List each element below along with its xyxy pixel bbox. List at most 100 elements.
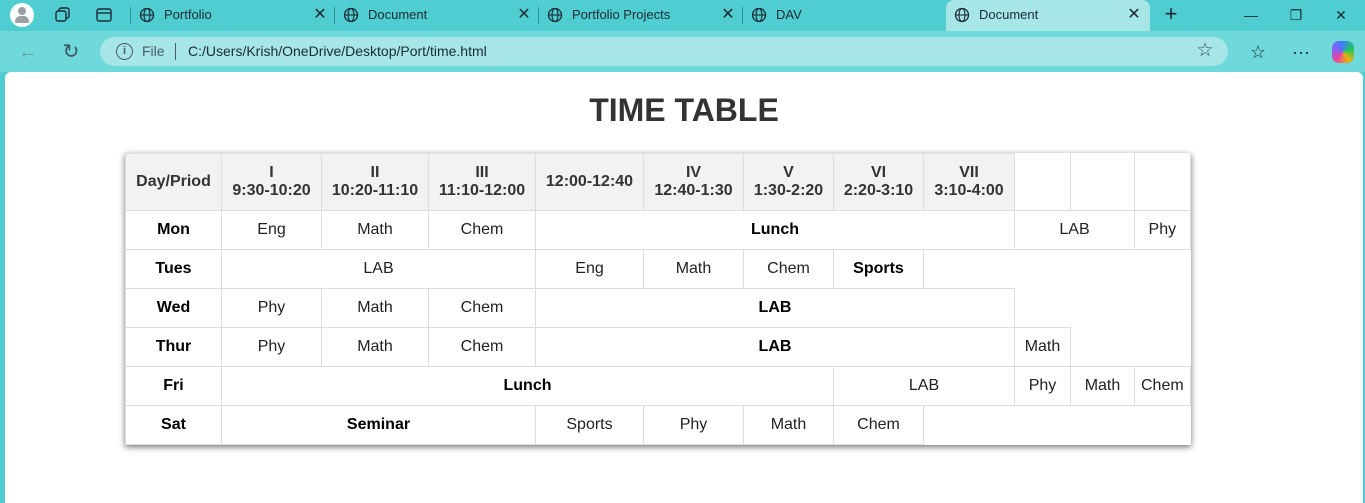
- subject-cell: Phy: [221, 327, 322, 367]
- scheme-label: File: [142, 43, 165, 59]
- day-cell: Mon: [125, 210, 222, 250]
- globe-icon: [547, 7, 563, 23]
- close-icon[interactable]: ✕: [515, 6, 533, 24]
- globe-icon: [954, 7, 970, 23]
- address-separator: [175, 43, 176, 60]
- globe-icon: [751, 7, 767, 23]
- subject-cell: Seminar: [221, 405, 536, 445]
- tab-dav[interactable]: DAV: [743, 0, 946, 31]
- header-cell: I 9:30-10:20: [221, 153, 322, 211]
- period-time: 12:00-12:40: [545, 173, 634, 190]
- table-header-row: Day/Priod I 9:30-10:20 II 10:20-11:10 III 1…: [125, 153, 1191, 211]
- subject-cell: Math: [643, 249, 744, 289]
- subject-cell: Chem: [428, 288, 536, 328]
- tab-title: Document: [368, 7, 428, 22]
- period-time: 2:20-3:10: [843, 182, 914, 199]
- window-close-icon[interactable]: ✕: [1330, 4, 1352, 26]
- subject-cell: LAB: [1014, 210, 1135, 250]
- close-icon[interactable]: ✕: [311, 6, 329, 24]
- header-cell-empty: [1014, 153, 1071, 211]
- header-cell: III 11:10-12:00: [428, 153, 536, 211]
- page-viewport: TIME TABLE Day/Priod I 9:30-10:20 II 10:20…: [5, 72, 1363, 503]
- table-row: Tues LAB Eng Math Chem Sports: [125, 249, 1191, 289]
- subject-cell: Sports: [535, 405, 644, 445]
- more-options-icon[interactable]: ···: [1289, 40, 1313, 64]
- subject-cell: LAB: [535, 288, 1015, 328]
- subject-cell: Math: [321, 210, 429, 250]
- tab-portfolio[interactable]: Portfolio ✕: [131, 0, 334, 31]
- subject-cell: Math: [743, 405, 834, 445]
- day-cell: Wed: [125, 288, 222, 328]
- tab-strip: Portfolio ✕ Document ✕ Portfolio Project…: [0, 0, 1365, 31]
- minimize-icon[interactable]: —: [1240, 4, 1262, 26]
- table-row: Sat Seminar Sports Phy Math Chem: [125, 405, 1191, 445]
- day-cell: Tues: [125, 249, 222, 289]
- tab-title: Portfolio Projects: [572, 7, 671, 22]
- workspaces-icon[interactable]: [54, 6, 72, 24]
- header-cell: IV 12:40-1:30: [643, 153, 744, 211]
- subject-cell: Math: [1070, 366, 1135, 406]
- period-time: 9:30-10:20: [232, 182, 311, 199]
- header-cell: V 1:30-2:20: [743, 153, 834, 211]
- subject-cell: Chem: [833, 405, 924, 445]
- subject-cell: Math: [1014, 327, 1071, 367]
- info-icon[interactable]: i: [116, 43, 133, 60]
- timetable: Day/Priod I 9:30-10:20 II 10:20-11:10 III 1…: [125, 153, 1191, 445]
- period-number: V: [783, 164, 794, 181]
- tab-actions-icon[interactable]: [95, 6, 113, 24]
- period-time: 1:30-2:20: [753, 182, 824, 199]
- empty-cell: [924, 250, 1191, 289]
- subject-cell: LAB: [221, 249, 536, 289]
- subject-cell: Chem: [743, 249, 834, 289]
- header-cell: VII 3:10-4:00: [923, 153, 1015, 211]
- header-cell: 12:00-12:40: [535, 153, 644, 211]
- subject-cell: Chem: [428, 210, 536, 250]
- favorite-star-icon[interactable]: ☆: [1195, 41, 1215, 61]
- header-cell: II 10:20-11:10: [321, 153, 429, 211]
- period-number: VI: [870, 164, 887, 181]
- tab-document-active[interactable]: Document ✕: [946, 0, 1150, 31]
- tab-title: Portfolio: [164, 7, 212, 22]
- close-icon[interactable]: ✕: [1125, 6, 1143, 24]
- empty-cell: [1015, 289, 1191, 328]
- new-tab-icon[interactable]: +: [1160, 3, 1182, 26]
- tab-portfolio-projects[interactable]: Portfolio Projects ✕: [539, 0, 742, 31]
- subject-cell: Phy: [221, 288, 322, 328]
- tab-document[interactable]: Document ✕: [335, 0, 538, 31]
- subject-cell: Phy: [643, 405, 744, 445]
- header-cell-empty: [1134, 153, 1191, 211]
- period-number: III: [475, 164, 489, 181]
- tab-title: DAV: [776, 7, 802, 22]
- subject-cell: Eng: [535, 249, 644, 289]
- day-cell: Fri: [125, 366, 222, 406]
- subject-cell: Eng: [221, 210, 322, 250]
- profile-avatar-icon[interactable]: [10, 3, 34, 27]
- copilot-icon[interactable]: [1332, 41, 1354, 63]
- tab-title: Document: [979, 7, 1039, 22]
- refresh-icon[interactable]: ↻: [59, 40, 83, 64]
- restore-icon[interactable]: ❐: [1285, 4, 1307, 26]
- table-row: Wed Phy Math Chem LAB: [125, 288, 1191, 328]
- subject-cell: Lunch: [221, 366, 834, 406]
- back-arrow-icon[interactable]: ←: [16, 40, 40, 64]
- subject-cell: Phy: [1014, 366, 1071, 406]
- url-text[interactable]: C:/Users/Krish/OneDrive/Desktop/Port/tim…: [188, 43, 487, 59]
- table-row: Fri Lunch LAB Phy Math Chem: [125, 366, 1191, 406]
- header-cell-empty: [1070, 153, 1135, 211]
- address-bar[interactable]: i File C:/Users/Krish/OneDrive/Desktop/P…: [100, 37, 1228, 66]
- globe-icon: [343, 7, 359, 23]
- day-cell: Thur: [125, 327, 222, 367]
- favorites-list-icon[interactable]: ☆: [1246, 40, 1270, 64]
- table-row: Thur Phy Math Chem LAB Math: [125, 327, 1191, 367]
- close-icon[interactable]: ✕: [719, 6, 737, 24]
- period-time: 11:10-12:00: [438, 182, 526, 199]
- period-time: 3:10-4:00: [934, 182, 1004, 199]
- subject-cell: Sports: [833, 249, 924, 289]
- header-cell: VI 2:20-3:10: [833, 153, 924, 211]
- period-number: I: [269, 164, 274, 181]
- subject-cell: Lunch: [535, 210, 1015, 250]
- period-number: II: [370, 164, 380, 181]
- period-time: 10:20-11:10: [331, 182, 419, 199]
- browser-toolbar: ← ↻ i File C:/Users/Krish/OneDrive/Deskt…: [0, 31, 1365, 72]
- empty-cell: [924, 406, 1191, 445]
